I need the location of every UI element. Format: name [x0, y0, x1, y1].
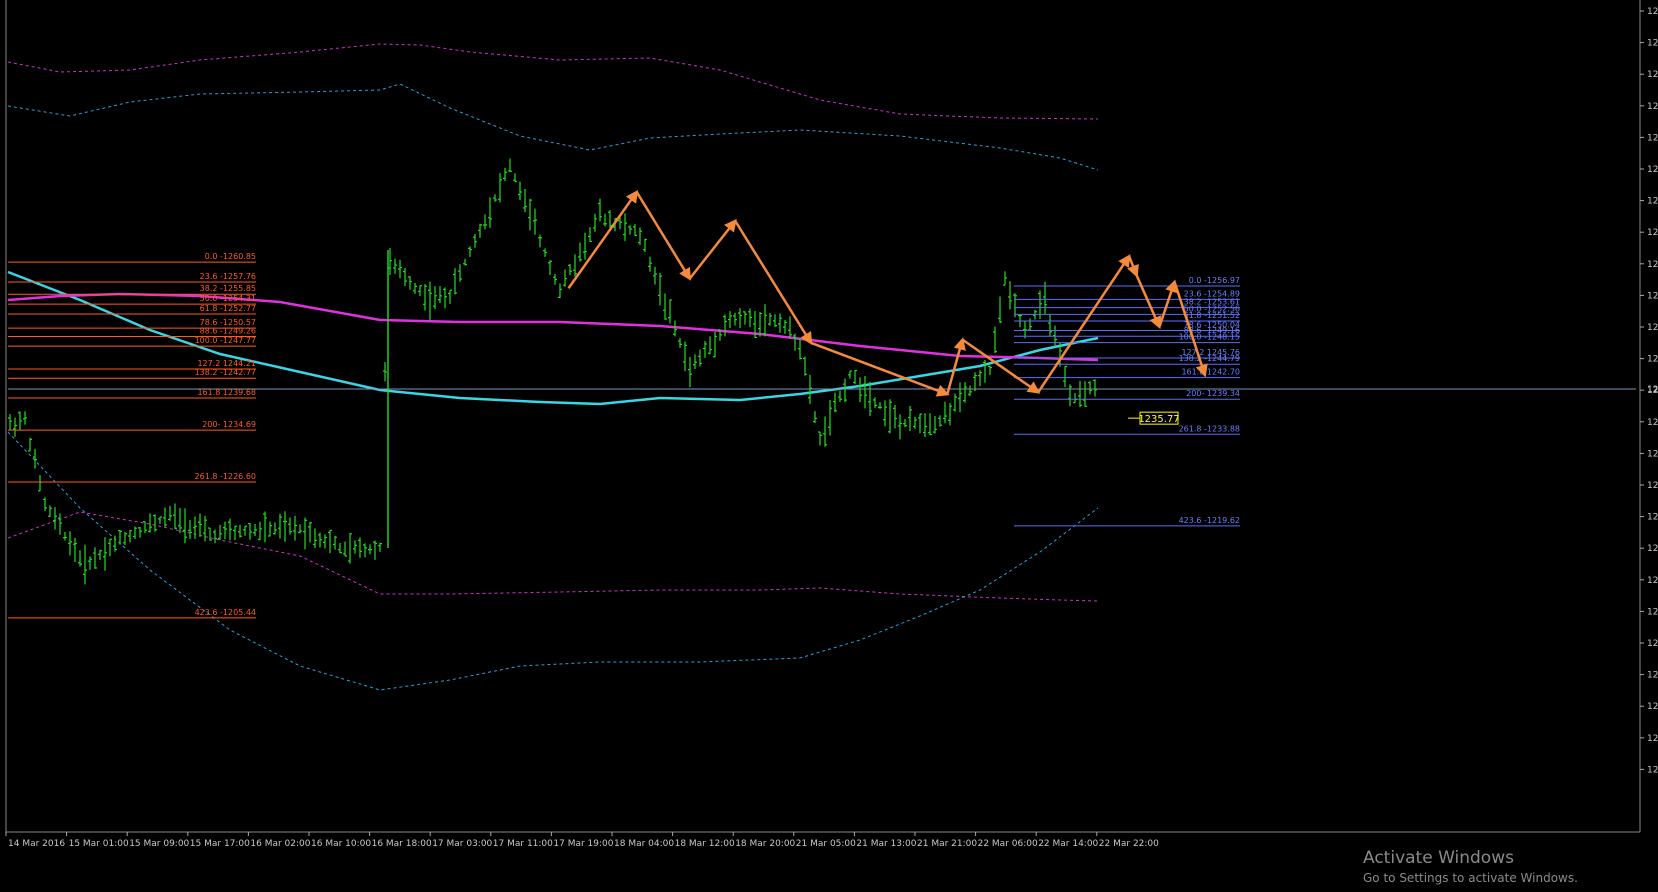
price-chart[interactable]: 128 128 127 127 127 126 126 126 125 125 125 124 124 1… — [0, 0, 1658, 892]
fib-left-label: 261.8 -1226.60 — [195, 472, 256, 481]
x-tick-label: 15 Mar 17:00 — [190, 839, 250, 849]
fib-left-label: 88.6 -1249.26 — [200, 327, 256, 336]
current-price-tick-label: 124 — [1647, 385, 1658, 395]
upper-envelope-cyan — [7, 83, 1099, 171]
x-tick-label: 16 Mar 02:00 — [250, 839, 310, 849]
fib-left-label: 127.2 1244.21 — [197, 359, 256, 368]
y-tick-label: 123 — [1647, 513, 1658, 523]
y-tick-label: 125 — [1647, 260, 1658, 270]
fib-left-label: 100.0 -1247.77 — [195, 336, 256, 345]
y-tick-label: 127 — [1647, 70, 1658, 80]
fib-left-label: 23.6 -1257.76 — [200, 272, 256, 281]
fib-right-label: 423.6 -1219.62 — [1179, 516, 1240, 525]
fib-left-label: 38.2 -1255.85 — [200, 284, 256, 293]
y-tick-label: 124 — [1647, 355, 1658, 365]
fib-right-label: 100.0 -1248.15 — [1179, 333, 1240, 342]
y-tick-label: 123 — [1647, 481, 1658, 491]
x-tick-label: 22 Mar 06:00 — [978, 839, 1038, 849]
activate-windows-watermark: Activate Windows Go to Settings to activ… — [1363, 848, 1578, 885]
watermark-title: Activate Windows — [1363, 848, 1514, 868]
x-tick-label: 17 Mar 11:00 — [493, 839, 553, 849]
zigzag-arrow — [734, 220, 813, 345]
y-tick-label: 126 — [1647, 197, 1658, 207]
lower-envelope-cyan — [7, 431, 1099, 691]
fib-left-label: 50.0 -1254.31 — [200, 294, 256, 303]
y-tick-label: 121 — [1647, 639, 1658, 649]
y-tick-label: 120 — [1647, 765, 1658, 775]
y-tick-label: 128 — [1647, 7, 1658, 17]
x-tick-label: 14 Mar 2016 — [8, 839, 65, 849]
zigzag-arrow — [1127, 255, 1139, 278]
x-tick-label: 22 Mar 14:00 — [1038, 839, 1098, 849]
y-tick-label: 125 — [1647, 291, 1658, 301]
price-label-text: 1235.77 — [1138, 414, 1179, 425]
y-tick-label: 122 — [1647, 576, 1658, 586]
fib-left-label: 423.6 -1205.44 — [195, 608, 256, 617]
zigzag-arrow — [1037, 254, 1131, 393]
x-tick-label: 21 Mar 05:00 — [796, 839, 856, 849]
zigzag-arrow — [1135, 274, 1162, 330]
y-tick-label: 128 — [1647, 39, 1658, 49]
y-tick-label: 125 — [1647, 323, 1658, 333]
x-tick-label: 16 Mar 18:00 — [372, 839, 432, 849]
x-tick-label: 17 Mar 03:00 — [432, 839, 492, 849]
x-tick-label: 21 Mar 21:00 — [917, 839, 977, 849]
fib-left-label: 161.8 1239.68 — [197, 388, 256, 397]
x-tick-label: 18 Mar 20:00 — [735, 839, 795, 849]
x-tick-label: 15 Mar 01:00 — [69, 839, 129, 849]
y-tick-label: 122 — [1647, 544, 1658, 554]
y-tick-label: 127 — [1647, 102, 1658, 112]
fib-right-label: 138.2 -1244.79 — [1179, 354, 1240, 363]
zigzag-arrow — [688, 218, 737, 280]
zigzag-arrow — [1158, 279, 1178, 328]
y-tick-label: 126 — [1647, 228, 1658, 238]
y-tick-label: 124 — [1647, 418, 1658, 428]
y-tick-label: 123 — [1647, 449, 1658, 459]
x-tick-label: 17 Mar 19:00 — [553, 839, 613, 849]
fib-right-label: 200- 1239.34 — [1186, 389, 1240, 398]
upper-envelope-magenta — [7, 43, 1099, 120]
x-tick-label: 18 Mar 12:00 — [675, 839, 735, 849]
fib-left-label: 61.8 -1252.77 — [200, 304, 256, 313]
fib-right-label: 161.8 1242.70 — [1181, 368, 1240, 377]
y-tick-label: 120 — [1647, 734, 1658, 744]
x-tick-label: 22 Mar 22:00 — [1099, 839, 1159, 849]
x-tick-label: 18 Mar 04:00 — [614, 839, 674, 849]
zigzag-arrow — [635, 191, 692, 281]
y-tick-label: 121 — [1647, 607, 1658, 617]
x-tick-label: 15 Mar 09:00 — [129, 839, 189, 849]
fib-right-label: 261.8 -1233.88 — [1179, 424, 1240, 433]
fib-left-label: 138.2 -1242.77 — [195, 368, 256, 377]
x-tick-label: 21 Mar 13:00 — [856, 839, 916, 849]
y-tick-label: 127 — [1647, 133, 1658, 143]
x-tick-label: 16 Mar 10:00 — [311, 839, 371, 849]
lower-envelope-magenta — [7, 511, 1099, 602]
zigzag-arrow — [567, 189, 639, 290]
fib-left-label: 200- 1234.69 — [202, 420, 256, 429]
fib-left-label: 0.0 -1260.85 — [205, 252, 256, 261]
ohlc-bars — [8, 158, 1097, 585]
watermark-subtitle: Go to Settings to activate Windows. — [1363, 871, 1578, 885]
y-tick-label: 126 — [1647, 165, 1658, 175]
fib-right-label: 61.8 -1251.52 — [1184, 311, 1240, 320]
y-tick-label: 120 — [1647, 702, 1658, 712]
fib-right-label: 0.0 -1256.97 — [1189, 276, 1240, 285]
y-tick-label: 121 — [1647, 671, 1658, 681]
moving-average-cyan — [7, 270, 1099, 406]
zigzag-arrow — [810, 341, 950, 397]
